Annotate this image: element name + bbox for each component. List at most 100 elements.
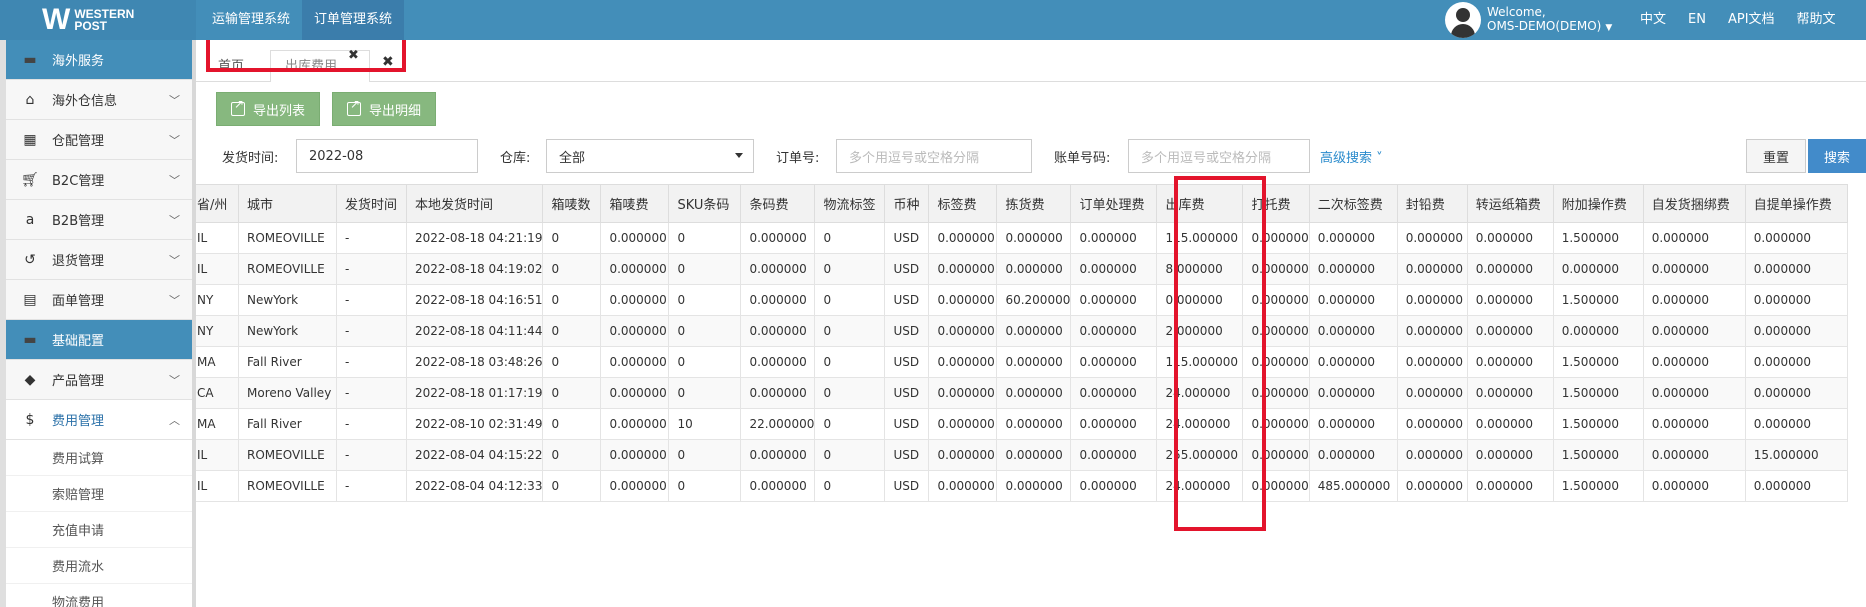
sidebar-subitem-claims[interactable]: 索赔管理: [6, 476, 192, 512]
table-cell: 0.000000: [740, 284, 816, 316]
sidebar-subitem-logistics-fee[interactable]: 物流费用: [6, 584, 192, 607]
table-row[interactable]: IL ROMEOVILLE -2022-08-04 04:15:22 0 0.00000…: [196, 439, 1848, 471]
column-header[interactable]: 订单处理费: [1070, 184, 1158, 223]
export-list-button[interactable]: 导出列表: [216, 92, 321, 126]
sidebar-section-basic-config[interactable]: ▬ 基础配置: [6, 320, 192, 360]
welcome-text[interactable]: Welcome, OMS-DEMO(DEMO) ▼: [1487, 5, 1612, 35]
table-cell: IL: [196, 439, 239, 471]
table-cell: 0: [542, 222, 602, 254]
column-header[interactable]: 自提单操作费: [1744, 184, 1848, 223]
table-header-row: 省/州 城市 发货时间 本地发货时间 箱唛数 箱唛费 SKU条码 条码费 物流标签 币种 标签费 拣货…: [196, 184, 1848, 223]
sidebar-subitem-recharge[interactable]: 充值申请: [6, 512, 192, 548]
table-cell: 0.000000: [740, 253, 816, 285]
column-header[interactable]: 箱唛费: [600, 184, 670, 223]
sidebar-subitem-fee-estimate[interactable]: 费用试算: [6, 440, 192, 476]
column-header[interactable]: 转运纸箱费: [1466, 184, 1554, 223]
table-row[interactable]: MA Fall River -2022-08-10 02:31:49 0 0.00000…: [196, 408, 1848, 440]
table-cell: 0.000000: [1642, 284, 1746, 316]
table-cell: 0.000000: [1642, 253, 1746, 285]
sidebar-item-warehouse-info[interactable]: ⌂ 海外仓信息 ﹀: [6, 80, 192, 120]
column-header[interactable]: 省/州: [196, 184, 239, 223]
table-row[interactable]: IL ROMEOVILLE -2022-08-18 04:19:02 0 0.00000…: [196, 253, 1848, 285]
bill-label: 账单号码:: [1054, 151, 1111, 166]
sidebar-item-labels[interactable]: ▤ 面单管理 ﹀: [6, 280, 192, 320]
column-header[interactable]: 标签费: [928, 184, 998, 223]
table-cell: 0.000000: [1308, 315, 1398, 347]
export-detail-button[interactable]: 导出明细: [332, 92, 437, 126]
sidebar-item-b2c[interactable]: 🛒︎ B2C管理 ﹀: [6, 160, 192, 200]
warehouse-select[interactable]: 全部: [546, 139, 754, 173]
table-cell: 0.000000: [1466, 315, 1554, 347]
order-input[interactable]: 多个用逗号或空格分隔: [836, 139, 1032, 173]
table-cell: 0.000000: [1744, 222, 1848, 254]
table-cell: 2022-08-18 04:16:51: [405, 284, 544, 316]
table-row[interactable]: IL ROMEOVILLE -2022-08-04 04:12:33 0 0.00000…: [196, 470, 1848, 502]
export-icon: [347, 97, 361, 116]
table-cell: USD: [884, 315, 930, 347]
table-cell: ROMEOVILLE: [238, 470, 337, 502]
column-header[interactable]: 附加操作费: [1552, 184, 1644, 223]
sidebar-item-fees[interactable]: $ 费用管理 ︿: [6, 400, 192, 440]
table-cell: 0.000000: [996, 253, 1072, 285]
table-cell: 0: [668, 439, 742, 471]
sidebar-item-products[interactable]: ◆ 产品管理 ﹀: [6, 360, 192, 400]
column-header[interactable]: 条码费: [740, 184, 816, 223]
user-menu[interactable]: Welcome, OMS-DEMO(DEMO) ▼: [1445, 0, 1612, 40]
column-header[interactable]: 自发货捆绑费: [1642, 184, 1746, 223]
search-button[interactable]: 搜索: [1808, 139, 1866, 173]
table-cell: 0.000000: [1744, 284, 1848, 316]
column-header[interactable]: 拣货费: [996, 184, 1072, 223]
table-row[interactable]: MA Fall River -2022-08-18 03:48:26 0 0.00000…: [196, 346, 1848, 378]
table-cell: 15.000000: [1744, 439, 1848, 471]
column-header[interactable]: 币种: [884, 184, 930, 223]
table-cell: 0: [668, 346, 742, 378]
tag-icon: ◆: [24, 371, 36, 388]
advanced-search-link[interactable]: 高级搜索 ˅: [1320, 147, 1383, 166]
table-cell: 0.000000: [1396, 470, 1468, 502]
nav-transport-system[interactable]: 运输管理系统: [200, 0, 302, 40]
table-row[interactable]: CA Moreno Valley -2022-08-18 01:17:19 0 0.00…: [196, 377, 1848, 409]
table-cell: 0.000000: [928, 439, 998, 471]
table-cell: 0.000000: [996, 222, 1072, 254]
column-header[interactable]: 本地发货时间: [405, 184, 544, 223]
column-header[interactable]: 二次标签费: [1308, 184, 1398, 223]
table-cell: MA: [196, 408, 239, 440]
column-header[interactable]: SKU条码: [668, 184, 742, 223]
table-cell: 0.000000: [1396, 253, 1468, 285]
bill-input[interactable]: 多个用逗号或空格分隔: [1128, 139, 1310, 173]
table-row[interactable]: IL ROMEOVILLE -2022-08-18 04:21:19 0 0.00000…: [196, 222, 1848, 254]
column-header[interactable]: 发货时间: [336, 184, 407, 223]
column-header[interactable]: 城市: [238, 184, 337, 223]
table-row[interactable]: NY NewYork -2022-08-18 04:16:51 0 0.000000 0 0…: [196, 284, 1848, 316]
table-cell: -: [336, 253, 407, 285]
column-header[interactable]: 物流标签: [814, 184, 886, 223]
table-cell: 485.000000: [1308, 470, 1398, 502]
nav-order-system[interactable]: 订单管理系统: [302, 0, 405, 40]
table-cell: 0: [542, 284, 602, 316]
dollar-icon: $: [25, 411, 35, 428]
table-cell: 0.000000: [1396, 408, 1468, 440]
sidebar-item-label: B2C管理: [52, 174, 105, 189]
sidebar-item-returns[interactable]: ↺ 退货管理 ﹀: [6, 240, 192, 280]
lang-english-link[interactable]: EN: [1688, 0, 1706, 40]
sidebar-item-b2b[interactable]: a B2B管理 ﹀: [6, 200, 192, 240]
lang-chinese-link[interactable]: 中文: [1640, 0, 1666, 40]
api-docs-link[interactable]: API文档: [1728, 0, 1775, 40]
reset-button[interactable]: 重置: [1746, 139, 1806, 173]
help-link[interactable]: 帮助文: [1797, 0, 1836, 40]
table-cell: 0.000000: [1308, 253, 1398, 285]
ship-time-input[interactable]: 2022-08: [296, 139, 478, 173]
table-cell: 0: [814, 377, 886, 409]
table-row[interactable]: NY NewYork -2022-08-18 04:11:44 0 0.000000 0 0…: [196, 315, 1848, 347]
sidebar-item-fulfillment[interactable]: ▦ 仓配管理 ﹀: [6, 120, 192, 160]
column-header[interactable]: 封铅费: [1396, 184, 1468, 223]
table-cell: 0.000000: [1308, 346, 1398, 378]
table-cell: 0.000000: [740, 315, 816, 347]
table-cell: 0.000000: [1744, 470, 1848, 502]
table-cell: -: [336, 222, 407, 254]
column-header[interactable]: 箱唛数: [542, 184, 602, 223]
table-cell: 0.000000: [996, 470, 1072, 502]
sidebar-section-overseas[interactable]: ▬ 海外服务: [6, 40, 192, 80]
sidebar-subitem-fee-flow[interactable]: 费用流水: [6, 548, 192, 584]
avatar[interactable]: [1445, 2, 1481, 38]
